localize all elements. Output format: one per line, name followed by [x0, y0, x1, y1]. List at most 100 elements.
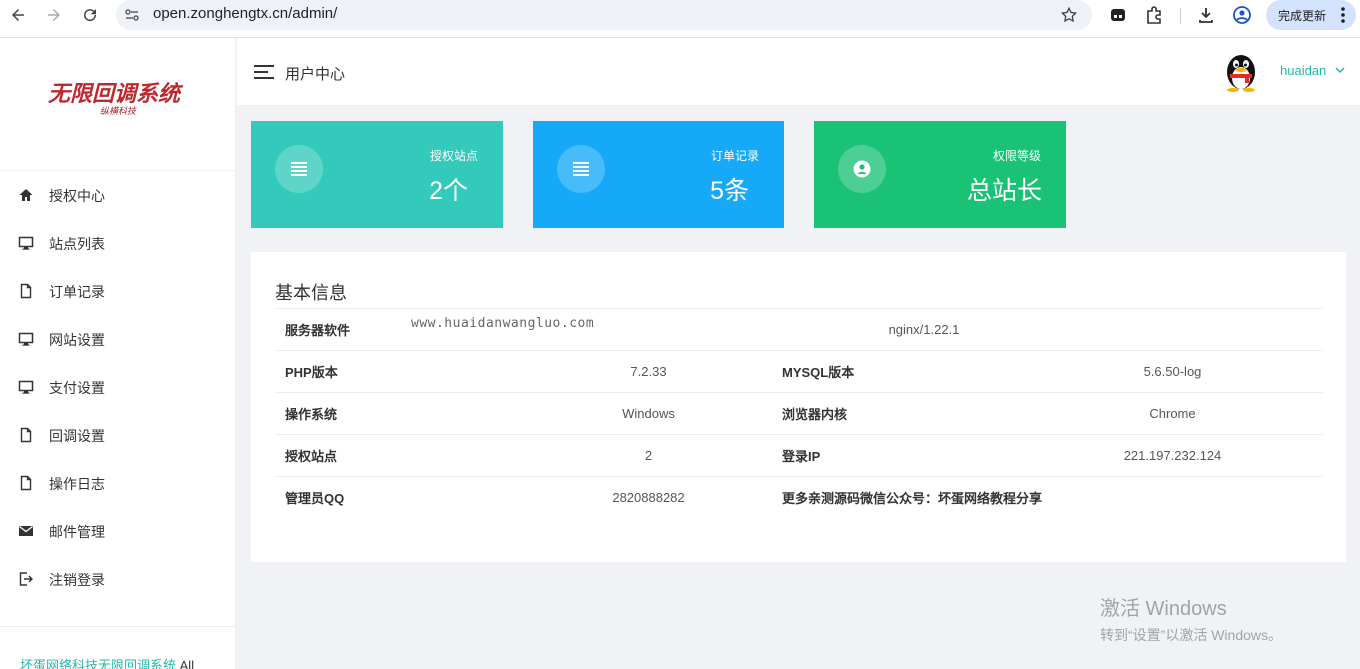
info-value: Chrome: [1022, 392, 1323, 435]
sidebar-menu: 授权中心 站点列表 订单记录 网站设置 支付设置 回调设置 操作日志 邮件管理: [0, 171, 236, 603]
avatar[interactable]: [1223, 50, 1259, 92]
sidebar-item-label: 订单记录: [49, 284, 105, 300]
card-label: 权限等级: [992, 149, 1041, 163]
info-table: 服务器软件 nginx/1.22.1 PHP版本 7.2.33 MYSQL版本 …: [275, 308, 1323, 519]
info-value: 5.6.50-log: [1022, 350, 1323, 393]
card-label: 授权站点: [429, 149, 478, 163]
sidebar: 无限回调系统 纵横科技 授权中心 站点列表 订单记录 网站设置 支付设置 回调设…: [0, 38, 236, 669]
tab-search-icon[interactable]: [1108, 5, 1128, 25]
sidebar-item-label: 站点列表: [49, 236, 105, 252]
user-circle-icon: [853, 160, 871, 178]
sidebar-item-auth-center[interactable]: 授权中心: [0, 171, 236, 219]
info-key: PHP版本: [275, 350, 525, 393]
mail-icon: [19, 525, 33, 536]
arrow-right-icon: [48, 9, 60, 21]
card-value: 2个: [429, 177, 468, 205]
file-icon: [20, 427, 32, 443]
sidebar-item-label: 注销登录: [49, 572, 105, 588]
info-key: 授权站点: [275, 434, 525, 477]
info-key: 操作系统: [275, 392, 525, 435]
sidebar-item-label: 网站设置: [49, 332, 105, 348]
table-row: 授权站点 2 登录IP 221.197.232.124: [275, 434, 1323, 477]
profile-icon[interactable]: [1232, 5, 1252, 25]
card-icon: [275, 145, 323, 193]
logo-subtitle: 纵横科技: [100, 107, 137, 117]
info-value: 2820888282: [525, 476, 772, 519]
stat-card-permission-level: 权限等级 总站长: [814, 121, 1066, 228]
browser-toolbar: open.zonghengtx.cn/admin/ 完成更新: [0, 0, 1360, 38]
info-value: 221.197.232.124: [1022, 434, 1323, 477]
footer-link[interactable]: 坏蛋网络科技无限回调系统: [20, 658, 176, 669]
info-value: 7.2.33: [525, 350, 772, 393]
info-key: 管理员QQ: [275, 476, 525, 519]
sidebar-item-label: 授权中心: [49, 188, 105, 204]
overlay-watermark-text: www.huaidanwangluo.com: [411, 316, 595, 331]
stat-card-orders: 订单记录 5条: [533, 121, 784, 228]
sidebar-item-label: 回调设置: [49, 428, 105, 444]
table-row: PHP版本 7.2.33 MYSQL版本 5.6.50-log: [275, 350, 1323, 393]
file-icon: [20, 475, 32, 491]
windows-activation-notice: 激活 Windows 转到“设置”以激活 Windows。: [1100, 592, 1282, 645]
info-key: MYSQL版本: [772, 350, 1022, 393]
home-icon: [19, 189, 33, 201]
monitor-icon: [18, 332, 34, 346]
card-label: 订单记录: [710, 149, 759, 163]
info-key: 浏览器内核: [772, 392, 1022, 435]
update-button[interactable]: 完成更新: [1266, 0, 1356, 30]
list-icon: [291, 162, 307, 176]
hamburger-menu-icon[interactable]: [254, 64, 274, 80]
page-title: 用户中心: [285, 66, 346, 83]
forward-button[interactable]: [42, 3, 66, 27]
top-header: 用户中心 huaidan: [237, 38, 1360, 106]
username[interactable]: huaidan: [1280, 63, 1326, 78]
chevron-down-icon[interactable]: [1335, 66, 1345, 74]
panel-title: 基本信息: [275, 283, 347, 303]
list-icon: [573, 162, 589, 176]
sidebar-item-payment-settings[interactable]: 支付设置: [0, 363, 236, 411]
extensions-icon[interactable]: [1144, 5, 1164, 25]
monitor-icon: [18, 380, 34, 394]
stat-card-authorized-sites: 授权站点 2个: [251, 121, 503, 228]
card-value: 总站长: [966, 177, 1042, 205]
info-note: 更多亲测源码微信公众号：坏蛋网络教程分享: [772, 476, 1323, 519]
card-icon: [838, 145, 886, 193]
table-row: 操作系统 Windows 浏览器内核 Chrome: [275, 392, 1323, 435]
basic-info-panel: 基本信息 服务器软件 nginx/1.22.1 PHP版本 7.2.33 MYS…: [251, 252, 1346, 562]
back-button[interactable]: [6, 3, 30, 27]
table-row: 管理员QQ 2820888282 更多亲测源码微信公众号：坏蛋网络教程分享: [275, 476, 1323, 519]
footer-copyright: 坏蛋网络科技无限回调系统 All: [20, 655, 194, 669]
sidebar-item-mail-management[interactable]: 邮件管理: [0, 507, 236, 555]
sidebar-item-callback-settings[interactable]: 回调设置: [0, 411, 236, 459]
arrow-left-icon: [12, 9, 24, 21]
update-button-label: 完成更新: [1278, 8, 1327, 23]
more-vert-icon: [1341, 7, 1345, 23]
bookmark-star-icon[interactable]: [1060, 6, 1078, 24]
footer-suffix: All: [179, 658, 195, 669]
file-icon: [20, 283, 32, 299]
sidebar-item-logout[interactable]: 注销登录: [0, 555, 236, 603]
sidebar-item-site-list[interactable]: 站点列表: [0, 219, 236, 267]
sidebar-item-orders[interactable]: 订单记录: [0, 267, 236, 315]
info-value: Windows: [525, 392, 772, 435]
info-value: nginx/1.22.1: [525, 308, 1323, 351]
card-icon: [557, 145, 605, 193]
logo[interactable]: 无限回调系统 纵横科技: [0, 38, 236, 171]
download-icon[interactable]: [1196, 5, 1216, 25]
reload-icon: [84, 9, 97, 22]
toolbar-divider: [1180, 8, 1181, 24]
site-settings-icon[interactable]: [124, 7, 140, 23]
sidebar-item-label: 操作日志: [49, 476, 105, 492]
sidebar-item-operation-log[interactable]: 操作日志: [0, 459, 236, 507]
sidebar-item-site-settings[interactable]: 网站设置: [0, 315, 236, 363]
url-text[interactable]: open.zonghengtx.cn/admin/: [153, 5, 337, 22]
reload-button[interactable]: [78, 3, 102, 27]
info-value: 2: [525, 434, 772, 477]
card-value: 5条: [710, 177, 749, 205]
info-key: 登录IP: [772, 434, 1022, 477]
activation-title: 激活 Windows: [1100, 598, 1227, 620]
sidebar-item-label: 邮件管理: [49, 524, 105, 540]
address-bar[interactable]: open.zonghengtx.cn/admin/: [116, 0, 1092, 30]
sidebar-footer: 坏蛋网络科技无限回调系统 All: [0, 626, 236, 669]
activation-hint: 转到“设置”以激活 Windows。: [1100, 627, 1283, 643]
logout-icon: [19, 572, 33, 586]
